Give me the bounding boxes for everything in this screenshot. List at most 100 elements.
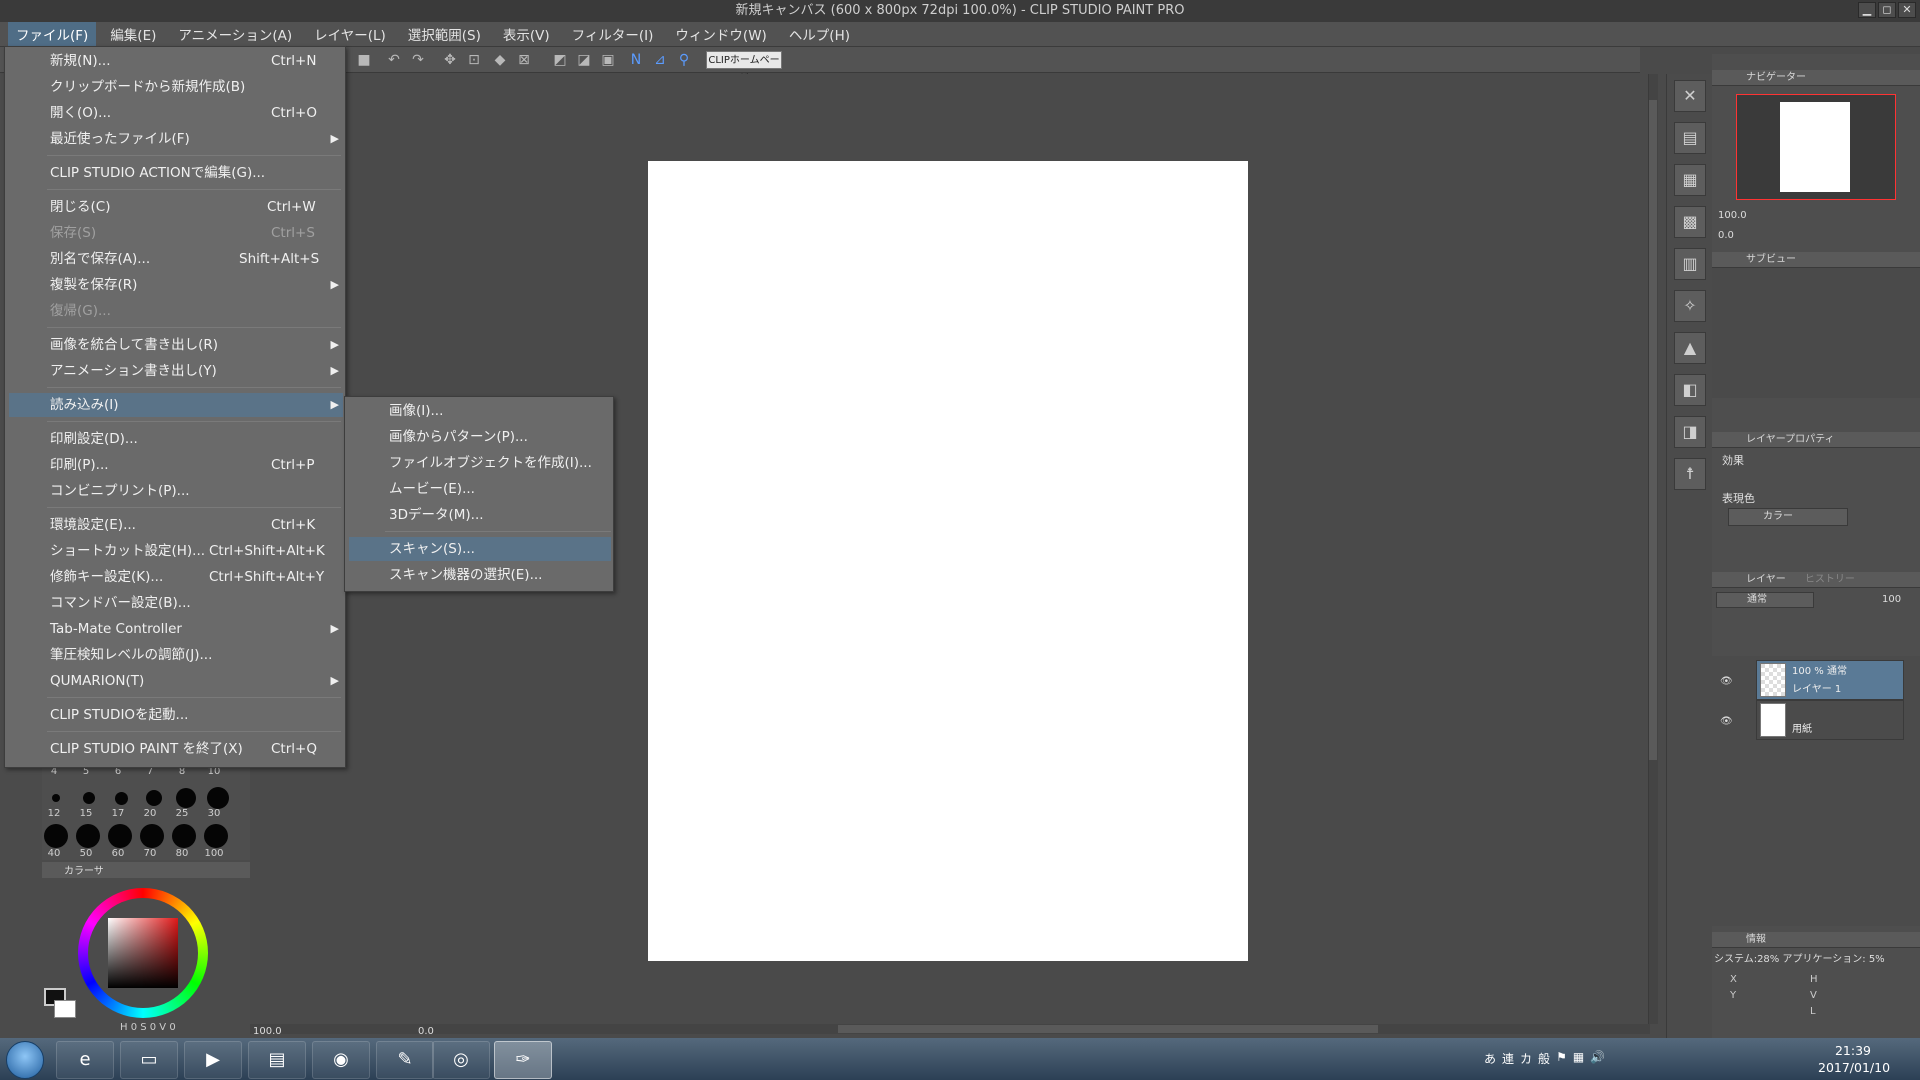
menu-item-save-copy[interactable]: 複製を保存(R) ▶	[9, 273, 343, 297]
clip-studio-icon[interactable]: ◎	[432, 1041, 490, 1079]
info-panel-header[interactable]: 情報	[1712, 932, 1920, 948]
menu-animation[interactable]: アニメーション(A)	[170, 22, 300, 46]
brush-dot[interactable]	[108, 824, 132, 848]
brush-dot[interactable]	[83, 792, 95, 804]
brush-dot[interactable]	[76, 824, 100, 848]
material-panel-icon[interactable]: ▦	[1674, 164, 1706, 196]
submenu-item-image[interactable]: 画像(I)...	[349, 399, 611, 423]
menu-item-open[interactable]: 開く(O)... Ctrl+O	[9, 101, 343, 125]
material-panel-icon[interactable]: ◧	[1674, 374, 1706, 406]
clip-studio-paint-icon[interactable]: ✑	[494, 1041, 552, 1079]
brush-dot[interactable]	[172, 824, 196, 848]
ime-kana[interactable]: カ	[1520, 1050, 1532, 1067]
brush-dot[interactable]	[146, 790, 162, 806]
image-material-icon[interactable]: ▲	[1674, 332, 1706, 364]
menu-item-print-settings[interactable]: 印刷設定(D)...	[9, 427, 343, 451]
layer-opacity-value[interactable]: 100	[1882, 594, 1901, 605]
material-panel-icon[interactable]: ▥	[1674, 248, 1706, 280]
subview-area[interactable]	[1712, 268, 1920, 398]
material-panel-icon[interactable]: ▩	[1674, 206, 1706, 238]
special-ruler-icon[interactable]: ⚲	[676, 52, 692, 68]
scale-icon[interactable]: ⊠	[516, 52, 532, 68]
clip-home-button[interactable]: CLIPホームページ	[706, 51, 782, 84]
start-button[interactable]	[6, 1041, 44, 1079]
menu-item-export-animation[interactable]: アニメーション書き出し(Y) ▶	[9, 359, 343, 383]
chrome-icon[interactable]: ◉	[312, 1041, 370, 1079]
saturation-value-square[interactable]	[108, 918, 178, 988]
submenu-item-create-file-object[interactable]: ファイルオブジェクトを作成(I)...	[349, 451, 611, 475]
network-icon[interactable]: ▦	[1573, 1050, 1584, 1067]
brush-dot[interactable]	[140, 824, 164, 848]
flag-icon[interactable]: ⚑	[1556, 1050, 1567, 1067]
fill-icon[interactable]: ◆	[492, 52, 508, 68]
background-color-swatch[interactable]	[54, 1000, 76, 1018]
redo-icon[interactable]: ↷	[410, 52, 426, 68]
minimize-button[interactable]: ▁	[1858, 2, 1876, 18]
brush-dot[interactable]	[176, 788, 196, 808]
menu-item-launch-studio[interactable]: CLIP STUDIOを起動...	[9, 703, 343, 727]
menu-item-recent-files[interactable]: 最近使ったファイル(F) ▶	[9, 127, 343, 151]
brush-dot[interactable]	[115, 792, 128, 805]
deselect-icon[interactable]: ◩	[552, 52, 568, 68]
menu-file[interactable]: ファイル(F)	[8, 22, 97, 46]
app-icon[interactable]: ▤	[248, 1041, 306, 1079]
menu-item-action-edit[interactable]: CLIP STUDIO ACTIONで編集(G)...	[9, 161, 343, 185]
invert-icon[interactable]: ◪	[576, 52, 592, 68]
ime-hiragana[interactable]: あ	[1484, 1050, 1496, 1067]
3d-figure-icon[interactable]: ☨	[1674, 458, 1706, 490]
menu-edit[interactable]: 編集(E)	[102, 22, 164, 46]
file-explorer-icon[interactable]: ▭	[120, 1041, 178, 1079]
menu-item-qumarion[interactable]: QUMARION(T) ▶	[9, 669, 343, 693]
select-all-icon[interactable]: ▣	[600, 52, 616, 68]
menu-item-commandbar-settings[interactable]: コマンドバー設定(B)...	[9, 591, 343, 615]
menu-selection[interactable]: 選択範囲(S)	[400, 22, 489, 46]
brush-dot[interactable]	[44, 824, 68, 848]
canvas-paper[interactable]	[648, 161, 1248, 961]
save-icon[interactable]: ■	[356, 52, 372, 68]
menu-item-new-from-clipboard[interactable]: クリップボードから新規作成(B)	[9, 75, 343, 99]
menu-item-conveni-print[interactable]: コンビニプリント(P)...	[9, 479, 343, 503]
horizontal-scroll-thumb[interactable]	[838, 1025, 1378, 1033]
material-panel-icon[interactable]: ◨	[1674, 416, 1706, 448]
navigator-zoom-value[interactable]: 100.0	[1718, 210, 1747, 221]
menu-item-import[interactable]: 読み込み(I) ▶	[9, 393, 343, 417]
tab-layer[interactable]: レイヤー	[1746, 574, 1786, 585]
menu-item-exit[interactable]: CLIP STUDIO PAINT を終了(X) Ctrl+Q	[9, 737, 343, 761]
menu-window[interactable]: ウィンドウ(W)	[667, 22, 774, 46]
menu-view[interactable]: 表示(V)	[495, 22, 558, 46]
ie-browser-icon[interactable]: e	[56, 1041, 114, 1079]
menu-item-preferences[interactable]: 環境設定(E)... Ctrl+K	[9, 513, 343, 537]
menu-item-tabmate[interactable]: Tab-Mate Controller ▶	[9, 617, 343, 641]
brush-dot[interactable]	[52, 794, 60, 802]
volume-icon[interactable]: 🔊	[1590, 1050, 1605, 1067]
menu-item-modifier-settings[interactable]: 修飾キー設定(K)... Ctrl+Shift+Alt+Y	[9, 565, 343, 589]
submenu-item-movie[interactable]: ムービー(E)...	[349, 477, 611, 501]
color-circle-tab[interactable]: カラーサ	[64, 862, 104, 877]
menu-layer[interactable]: レイヤー(L)	[306, 22, 394, 46]
navigator-header[interactable]: ナビゲーター	[1712, 70, 1920, 86]
close-button[interactable]: ✕	[1898, 2, 1916, 18]
submenu-item-3d-data[interactable]: 3Dデータ(M)...	[349, 503, 611, 527]
panel-toggle-icon[interactable]: ✕	[1674, 80, 1706, 112]
snap-icon[interactable]: ⊿	[652, 52, 668, 68]
ime-mode[interactable]: 連	[1502, 1050, 1514, 1067]
material-panel-icon[interactable]: ▤	[1674, 122, 1706, 154]
navigator-angle-value[interactable]: 0.0	[1718, 230, 1734, 241]
expression-color-select[interactable]: カラー	[1728, 508, 1848, 526]
brush-dot[interactable]	[207, 787, 229, 809]
subview-header[interactable]: サブビュー	[1712, 252, 1920, 268]
undo-icon[interactable]: ↶	[386, 52, 402, 68]
vertical-scroll-thumb[interactable]	[1649, 100, 1657, 760]
blend-mode-select[interactable]: 通常	[1716, 592, 1814, 608]
menu-item-export-merged[interactable]: 画像を統合して書き出し(R) ▶	[9, 333, 343, 357]
maximize-button[interactable]: ◻	[1878, 2, 1896, 18]
menu-item-new[interactable]: 新規(N)... Ctrl+N	[9, 49, 343, 73]
visibility-eye-icon[interactable]: 👁	[1720, 676, 1733, 687]
menu-item-shortcut-settings[interactable]: ショートカット設定(H)... Ctrl+Shift+Alt+K	[9, 539, 343, 563]
menu-help[interactable]: ヘルプ(H)	[781, 22, 858, 46]
rotation-status[interactable]: 0.0	[418, 1026, 434, 1037]
submenu-item-pattern-from-image[interactable]: 画像からパターン(P)...	[349, 425, 611, 449]
media-player-icon[interactable]: ▶	[184, 1041, 242, 1079]
menu-item-close[interactable]: 閉じる(C) Ctrl+W	[9, 195, 343, 219]
zoom-status[interactable]: 100.0	[253, 1026, 282, 1037]
